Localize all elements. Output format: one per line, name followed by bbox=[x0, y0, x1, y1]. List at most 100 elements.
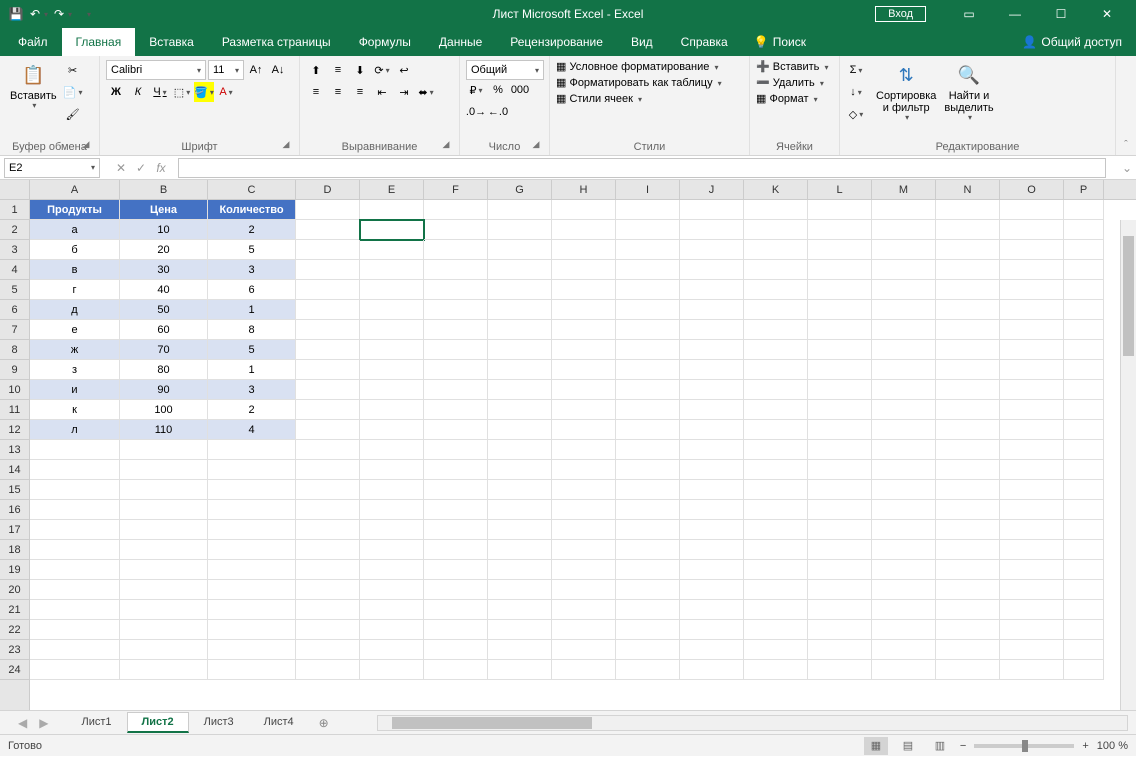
cell-M2[interactable] bbox=[872, 220, 936, 240]
cell-G2[interactable] bbox=[488, 220, 552, 240]
row-header-12[interactable]: 12 bbox=[0, 420, 29, 440]
cell-J6[interactable] bbox=[680, 300, 744, 320]
cell-L4[interactable] bbox=[808, 260, 872, 280]
cell-P1[interactable] bbox=[1064, 200, 1104, 220]
cell-E8[interactable] bbox=[360, 340, 424, 360]
cell-E14[interactable] bbox=[360, 460, 424, 480]
cell-G8[interactable] bbox=[488, 340, 552, 360]
cell-I18[interactable] bbox=[616, 540, 680, 560]
cell-J17[interactable] bbox=[680, 520, 744, 540]
cell-M7[interactable] bbox=[872, 320, 936, 340]
cell-N19[interactable] bbox=[936, 560, 1000, 580]
cell-I3[interactable] bbox=[616, 240, 680, 260]
cell-L11[interactable] bbox=[808, 400, 872, 420]
shrink-font-icon[interactable]: A↓ bbox=[268, 60, 288, 80]
cell-L18[interactable] bbox=[808, 540, 872, 560]
cell-E11[interactable] bbox=[360, 400, 424, 420]
fx-icon[interactable]: fx bbox=[152, 161, 170, 175]
row-header-16[interactable]: 16 bbox=[0, 500, 29, 520]
cell-L23[interactable] bbox=[808, 640, 872, 660]
cell-H15[interactable] bbox=[552, 480, 616, 500]
col-header-C[interactable]: C bbox=[208, 180, 296, 199]
col-header-L[interactable]: L bbox=[808, 180, 872, 199]
cond-format-button[interactable]: ▦ Условное форматирование ▾ bbox=[556, 60, 718, 73]
row-header-14[interactable]: 14 bbox=[0, 460, 29, 480]
cell-H4[interactable] bbox=[552, 260, 616, 280]
row-header-5[interactable]: 5 bbox=[0, 280, 29, 300]
cell-J12[interactable] bbox=[680, 420, 744, 440]
cell-P24[interactable] bbox=[1064, 660, 1104, 680]
cell-P18[interactable] bbox=[1064, 540, 1104, 560]
cell-B17[interactable] bbox=[120, 520, 208, 540]
cell-B15[interactable] bbox=[120, 480, 208, 500]
cell-N11[interactable] bbox=[936, 400, 1000, 420]
cell-P22[interactable] bbox=[1064, 620, 1104, 640]
cell-C22[interactable] bbox=[208, 620, 296, 640]
cell-G14[interactable] bbox=[488, 460, 552, 480]
align-right-icon[interactable]: ≡ bbox=[350, 82, 370, 102]
cell-M8[interactable] bbox=[872, 340, 936, 360]
cell-O11[interactable] bbox=[1000, 400, 1064, 420]
cell-I5[interactable] bbox=[616, 280, 680, 300]
number-format-combo[interactable]: Общий▾ bbox=[466, 60, 544, 80]
cell-A3[interactable]: б bbox=[30, 240, 120, 260]
cell-M18[interactable] bbox=[872, 540, 936, 560]
sheet-nav-next-icon[interactable]: ▶ bbox=[39, 716, 48, 730]
cell-O20[interactable] bbox=[1000, 580, 1064, 600]
cell-P10[interactable] bbox=[1064, 380, 1104, 400]
cell-M3[interactable] bbox=[872, 240, 936, 260]
cell-B6[interactable]: 50 bbox=[120, 300, 208, 320]
inc-decimal-icon[interactable]: .0→ bbox=[466, 102, 486, 122]
cell-E1[interactable] bbox=[360, 200, 424, 220]
cell-J15[interactable] bbox=[680, 480, 744, 500]
tab-file[interactable]: Файл bbox=[4, 28, 62, 56]
cell-B24[interactable] bbox=[120, 660, 208, 680]
cell-N13[interactable] bbox=[936, 440, 1000, 460]
insert-cells-button[interactable]: ➕ Вставить ▾ bbox=[756, 60, 828, 73]
cell-E3[interactable] bbox=[360, 240, 424, 260]
cell-I24[interactable] bbox=[616, 660, 680, 680]
cell-G11[interactable] bbox=[488, 400, 552, 420]
cell-G15[interactable] bbox=[488, 480, 552, 500]
cell-D7[interactable] bbox=[296, 320, 360, 340]
cell-B4[interactable]: 30 bbox=[120, 260, 208, 280]
cell-K14[interactable] bbox=[744, 460, 808, 480]
cell-O6[interactable] bbox=[1000, 300, 1064, 320]
cell-D15[interactable] bbox=[296, 480, 360, 500]
cell-M12[interactable] bbox=[872, 420, 936, 440]
cell-M11[interactable] bbox=[872, 400, 936, 420]
cell-H14[interactable] bbox=[552, 460, 616, 480]
borders-icon[interactable]: ⬚▾ bbox=[172, 82, 192, 102]
cell-D23[interactable] bbox=[296, 640, 360, 660]
cell-G5[interactable] bbox=[488, 280, 552, 300]
cell-O2[interactable] bbox=[1000, 220, 1064, 240]
cell-G3[interactable] bbox=[488, 240, 552, 260]
col-header-D[interactable]: D bbox=[296, 180, 360, 199]
cell-L12[interactable] bbox=[808, 420, 872, 440]
format-cells-button[interactable]: ▦ Формат ▾ bbox=[756, 92, 818, 105]
cell-J11[interactable] bbox=[680, 400, 744, 420]
cell-F1[interactable] bbox=[424, 200, 488, 220]
cell-M22[interactable] bbox=[872, 620, 936, 640]
cell-N1[interactable] bbox=[936, 200, 1000, 220]
cell-G24[interactable] bbox=[488, 660, 552, 680]
cell-L24[interactable] bbox=[808, 660, 872, 680]
vertical-scrollbar[interactable] bbox=[1120, 220, 1136, 710]
tab-review[interactable]: Рецензирование bbox=[496, 28, 617, 56]
cell-O5[interactable] bbox=[1000, 280, 1064, 300]
dec-decimal-icon[interactable]: ←.0 bbox=[488, 102, 508, 122]
cell-G13[interactable] bbox=[488, 440, 552, 460]
cell-B7[interactable]: 60 bbox=[120, 320, 208, 340]
cell-P20[interactable] bbox=[1064, 580, 1104, 600]
cell-D18[interactable] bbox=[296, 540, 360, 560]
qat-customize-icon[interactable]: ▾ bbox=[78, 4, 98, 24]
cell-J21[interactable] bbox=[680, 600, 744, 620]
cell-H13[interactable] bbox=[552, 440, 616, 460]
cell-P5[interactable] bbox=[1064, 280, 1104, 300]
cell-D12[interactable] bbox=[296, 420, 360, 440]
cell-J14[interactable] bbox=[680, 460, 744, 480]
cell-C24[interactable] bbox=[208, 660, 296, 680]
cell-J24[interactable] bbox=[680, 660, 744, 680]
cell-J1[interactable] bbox=[680, 200, 744, 220]
cell-O18[interactable] bbox=[1000, 540, 1064, 560]
